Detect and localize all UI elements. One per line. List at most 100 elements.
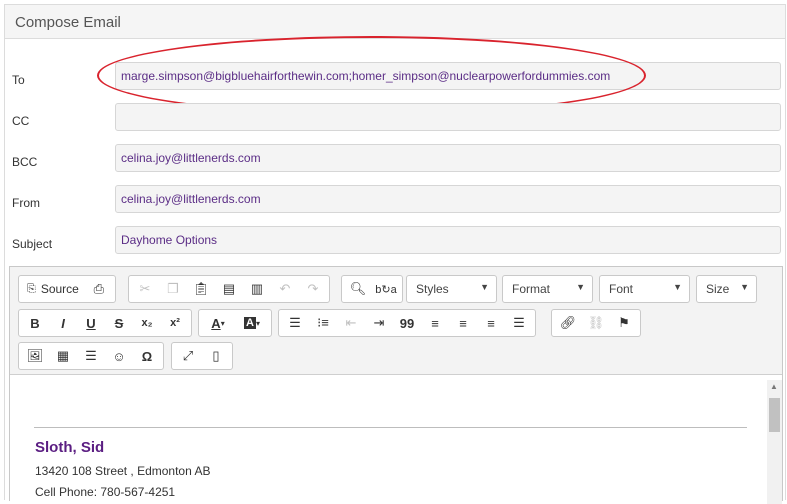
- numbered-list-button[interactable]: ☰: [281, 311, 309, 335]
- chevron-down-icon: ▼: [673, 282, 682, 292]
- scroll-up-icon[interactable]: ▲: [770, 382, 778, 391]
- undo-icon: ↶: [279, 281, 291, 296]
- align-center-icon: ≡: [459, 315, 467, 331]
- to-row: To marge.simpson@bigbluehairforthewin.co…: [5, 62, 785, 90]
- blockquote-button[interactable]: 99: [393, 311, 421, 335]
- styles-dropdown[interactable]: Styles ▼: [406, 275, 497, 303]
- horizontal-line-icon: ☰: [85, 348, 97, 363]
- paste-text-icon: ▤: [222, 281, 236, 296]
- cut-button[interactable]: ✂: [131, 277, 159, 301]
- superscript-button[interactable]: x²: [161, 311, 189, 335]
- source-icon: ⎘: [27, 282, 36, 295]
- editor-content-area[interactable]: Sloth, Sid 13420 108 Street , Edmonton A…: [14, 380, 766, 504]
- bg-color-button[interactable]: A ▾: [235, 311, 269, 335]
- subject-label: Subject: [12, 237, 53, 251]
- from-row: From celina.joy@littlenerds.com: [5, 185, 785, 213]
- font-dropdown[interactable]: Font ▼: [599, 275, 690, 303]
- colors-group: A ▾ A ▾: [198, 309, 272, 337]
- align-right-button[interactable]: ≡: [477, 311, 505, 335]
- image-icon: 🖼︎: [26, 348, 44, 363]
- paste-text-button[interactable]: ▤: [215, 277, 243, 301]
- text-color-button[interactable]: A ▾: [201, 311, 235, 335]
- find-group: 🔍︎ b↻a: [341, 275, 403, 303]
- find-icon: 🔍︎: [349, 281, 367, 296]
- maximize-button[interactable]: ⤢: [174, 344, 202, 368]
- signature-address: 13420 108 Street , Edmonton AB: [35, 464, 211, 478]
- insert-group: 🖼︎ ▦ ☰ ☺ Ω: [18, 342, 164, 370]
- link-button[interactable]: 🔗︎: [554, 311, 582, 335]
- format-dropdown[interactable]: Format ▼: [502, 275, 593, 303]
- size-dropdown[interactable]: Size ▼: [696, 275, 757, 303]
- to-field[interactable]: marge.simpson@bigbluehairforthewin.com;h…: [115, 62, 781, 90]
- indent-button[interactable]: ⇥: [365, 311, 393, 335]
- chevron-down-icon: ▼: [576, 282, 585, 292]
- outdent-button[interactable]: ⇤: [337, 311, 365, 335]
- subject-field[interactable]: Dayhome Options: [115, 226, 781, 254]
- paragraph-group: ☰ ⁝≡ ⇤ ⇥ 99 ≡ ≡ ≡ ☰: [278, 309, 536, 337]
- copy-icon: ❐: [167, 281, 179, 296]
- text-color-icon: A: [211, 315, 221, 331]
- replace-icon: b↻a: [375, 283, 397, 296]
- redo-icon: ↷: [307, 281, 319, 296]
- align-center-button[interactable]: ≡: [449, 311, 477, 335]
- subscript-button[interactable]: x₂: [133, 311, 161, 335]
- tools-group: ⤢ ▯: [171, 342, 233, 370]
- from-field[interactable]: celina.joy@littlenerds.com: [115, 185, 781, 213]
- show-blocks-button[interactable]: ▯: [202, 344, 230, 368]
- size-label: Size: [706, 282, 730, 296]
- smiley-icon: ☺: [112, 348, 126, 364]
- format-label: Format: [512, 282, 551, 296]
- justify-button[interactable]: ☰: [505, 311, 533, 335]
- clipboard-group: ✂ ❐ 📋︎ ▤ ▥ ↶ ↷: [128, 275, 330, 303]
- cc-label: CC: [12, 114, 30, 128]
- link-icon: 🔗︎: [559, 315, 577, 330]
- signature-name: Sloth, Sid: [35, 439, 105, 456]
- compose-email-panel: Compose Email To marge.simpson@bigblueha…: [4, 4, 786, 504]
- font-label: Font: [609, 282, 634, 296]
- justify-icon: ☰: [513, 315, 525, 330]
- special-char-button[interactable]: Ω: [133, 344, 161, 368]
- scrollbar-thumb[interactable]: [769, 398, 780, 432]
- copy-button[interactable]: ❐: [159, 277, 187, 301]
- to-label: To: [12, 73, 25, 87]
- italic-button[interactable]: I: [49, 311, 77, 335]
- horizontal-line-button[interactable]: ☰: [77, 344, 105, 368]
- find-button[interactable]: 🔍︎: [344, 277, 372, 301]
- bg-color-icon: A: [244, 317, 256, 329]
- replace-button[interactable]: b↻a: [372, 277, 400, 301]
- bcc-field[interactable]: celina.joy@littlenerds.com: [115, 144, 781, 172]
- bcc-label: BCC: [12, 155, 38, 169]
- cc-field[interactable]: [115, 103, 781, 131]
- strike-button[interactable]: S: [105, 311, 133, 335]
- document-group: ⎘ Source ⎙: [18, 275, 116, 303]
- undo-button[interactable]: ↶: [271, 277, 299, 301]
- basic-styles-group: B I U S x₂ x²: [18, 309, 192, 337]
- smiley-button[interactable]: ☺: [105, 344, 133, 368]
- align-left-button[interactable]: ≡: [421, 311, 449, 335]
- table-button[interactable]: ▦: [49, 344, 77, 368]
- table-icon: ▦: [56, 348, 70, 363]
- paste-word-button[interactable]: ▥: [243, 277, 271, 301]
- source-button[interactable]: ⎘ Source: [21, 277, 85, 301]
- paste-icon: 📋︎: [192, 281, 210, 296]
- editor-scrollbar[interactable]: ▲: [767, 380, 782, 504]
- signature-cell-phone: Cell Phone: 780-567-4251: [35, 485, 176, 499]
- styles-label: Styles: [416, 282, 449, 296]
- source-label: Source: [40, 282, 79, 296]
- anchor-icon: ⚑: [618, 315, 630, 330]
- underline-button[interactable]: U: [77, 311, 105, 335]
- numbered-list-icon: ☰: [289, 315, 301, 330]
- paste-button[interactable]: 📋︎: [187, 277, 215, 301]
- bold-button[interactable]: B: [21, 311, 49, 335]
- anchor-button[interactable]: ⚑: [610, 311, 638, 335]
- links-group: 🔗︎ ⛓ ⚑: [551, 309, 641, 337]
- image-button[interactable]: 🖼︎: [21, 344, 49, 368]
- unlink-button[interactable]: ⛓: [582, 311, 610, 335]
- cc-row: CC: [5, 103, 785, 131]
- unlink-icon: ⛓: [587, 315, 605, 330]
- print-button[interactable]: ⎙: [85, 277, 113, 301]
- bulleted-list-button[interactable]: ⁝≡: [309, 311, 337, 335]
- redo-button[interactable]: ↷: [299, 277, 327, 301]
- bulleted-list-icon: ⁝≡: [317, 315, 329, 330]
- divider: [34, 427, 747, 428]
